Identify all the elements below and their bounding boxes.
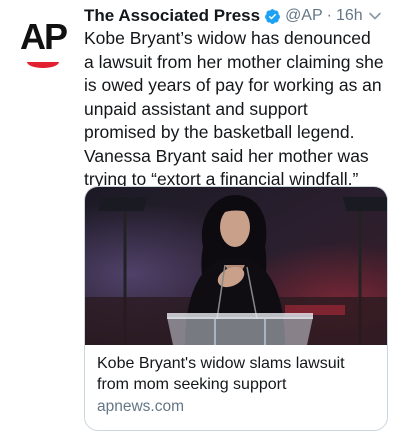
tweet[interactable]: AP The Associated Press @AP · 16h Kobe B… <box>0 0 400 435</box>
tweet-header: The Associated Press @AP · 16h <box>84 4 386 28</box>
separator-dot: · <box>326 7 332 24</box>
card-domain: apnews.com <box>97 398 185 415</box>
timestamp[interactable]: 16h <box>336 7 363 25</box>
link-card[interactable]: Kobe Bryant's widow slams lawsuit from m… <box>84 186 388 431</box>
handle[interactable]: @AP <box>285 7 323 25</box>
tweet-text: Kobe Bryant’s widow has denounced a laws… <box>84 28 384 189</box>
ap-logo-text: AP <box>19 16 68 57</box>
avatar[interactable]: AP <box>14 16 72 74</box>
card-image[interactable] <box>85 187 387 345</box>
card-title[interactable]: Kobe Bryant's widow slams lawsuit from m… <box>97 353 379 395</box>
ap-logo-swoosh <box>27 62 59 68</box>
chevron-down-icon[interactable] <box>364 5 386 27</box>
display-name[interactable]: The Associated Press <box>84 6 260 26</box>
verified-badge-icon <box>264 8 281 25</box>
